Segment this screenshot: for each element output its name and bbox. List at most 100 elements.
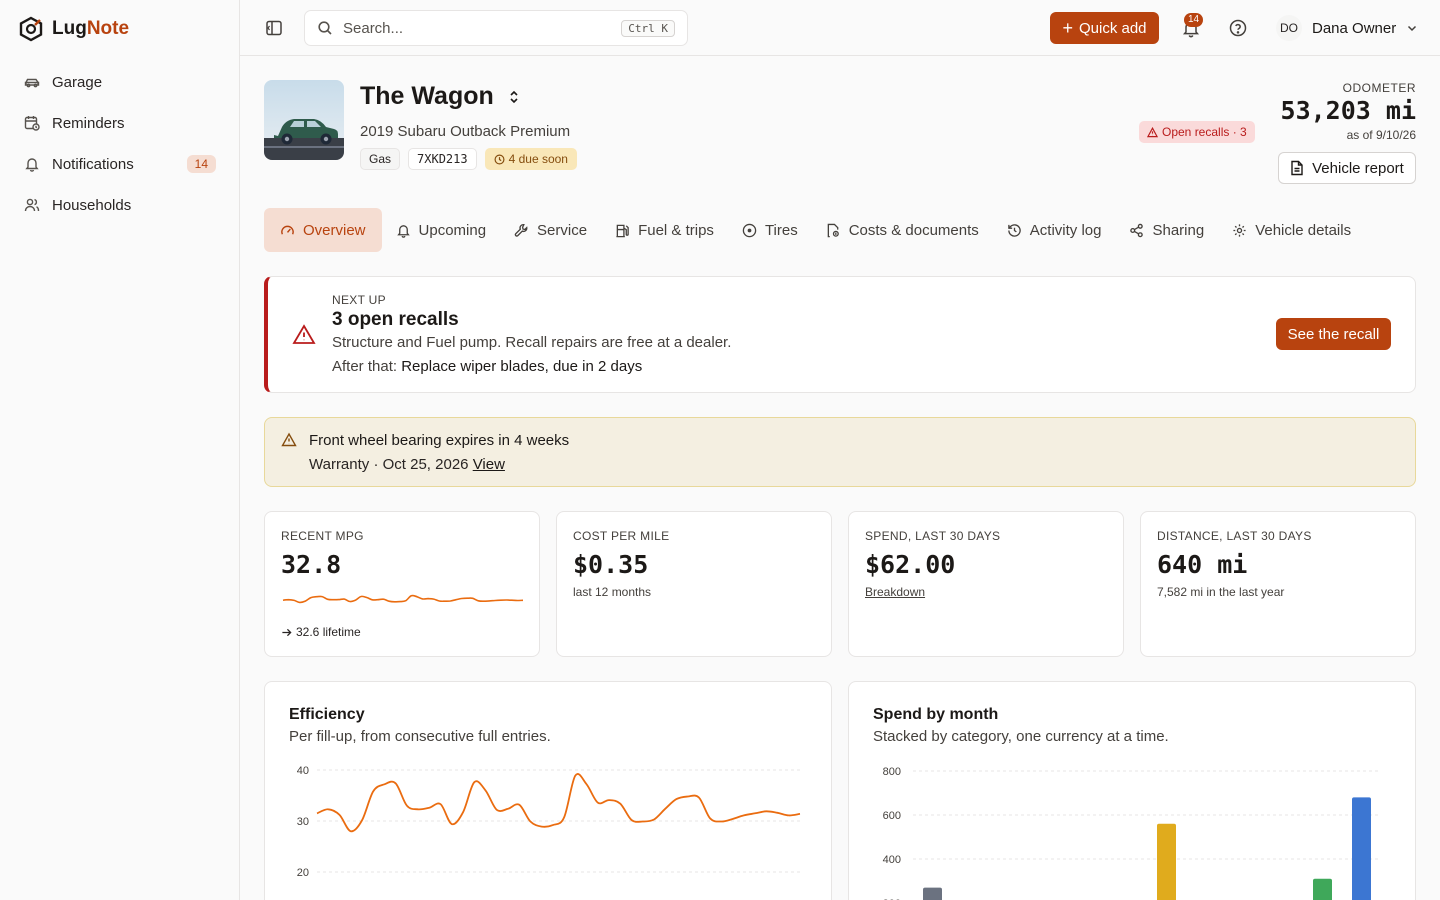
vehicle-chips: Gas 7XKD213 4 due soon [360, 148, 577, 170]
gear-icon [1233, 223, 1246, 237]
logo-icon [19, 16, 43, 42]
stat-recent-mpg: RECENT MPG 32.8 32.6 lifetime [264, 511, 540, 657]
y-tick-label: 20 [297, 867, 309, 879]
user-name: Dana Owner [1312, 19, 1397, 37]
tab-service[interactable]: Service [500, 208, 601, 252]
stat-value: $0.35 [573, 550, 649, 579]
tab-activity-log[interactable]: Activity log [993, 208, 1116, 252]
odometer-as-of: as of 9/10/26 [1346, 128, 1416, 142]
search-box[interactable]: Search... Ctrl K [304, 10, 688, 46]
due-soon-chip[interactable]: 4 due soon [484, 148, 577, 170]
y-tick-label: 400 [883, 854, 901, 866]
sidebar-item-garage[interactable]: Garage [12, 64, 228, 100]
fuel-icon [616, 224, 629, 237]
receipt-icon [827, 223, 839, 237]
tab-vehicle-details[interactable]: Vehicle details [1218, 208, 1365, 252]
y-tick-label: 600 [883, 810, 901, 822]
stat-value: 32.8 [281, 550, 342, 579]
car-icon [24, 78, 40, 88]
search-icon [318, 21, 332, 35]
sidebar-item-label: Households [52, 196, 132, 214]
plate-chip: 7XKD213 [408, 148, 477, 170]
share-icon [1130, 223, 1144, 237]
stat-spend-30-days: SPEND, LAST 30 DAYS $62.00 Breakdown [848, 511, 1124, 657]
bar[interactable] [1352, 797, 1371, 900]
open-recalls-label: Open recalls · 3 [1162, 125, 1247, 139]
next-up-after: After that: Replace wiper blades, due in… [332, 358, 642, 375]
y-tick-label: 30 [297, 816, 309, 828]
tab-fuel-trips[interactable]: Fuel & trips [601, 208, 728, 252]
tab-label: Overview [303, 221, 366, 239]
tab-upcoming[interactable]: Upcoming [382, 208, 501, 252]
bar[interactable] [1313, 878, 1332, 900]
tab-tires[interactable]: Tires [728, 208, 812, 252]
warranty-title: Front wheel bearing expires in 4 weeks [309, 432, 570, 449]
vehicle-switcher[interactable]: The Wagon [360, 82, 520, 111]
stat-label: RECENT MPG [281, 529, 364, 543]
sidebar-item-label: Garage [52, 73, 103, 91]
sidebar-item-notifications[interactable]: Notifications 14 [12, 146, 228, 182]
user-menu[interactable]: DO Dana Owner [1276, 12, 1418, 44]
notifications-badge: 14 [1184, 13, 1204, 27]
wrench-icon [514, 223, 528, 237]
sidebar-item-label: Notifications [52, 155, 134, 173]
sidebar-nav: Garage Reminders Notifications 14 Househ… [12, 64, 228, 228]
sidebar-toggle-icon[interactable] [264, 18, 284, 38]
alert-triangle-icon [292, 324, 316, 344]
vehicle-report-label: Vehicle report [1312, 159, 1404, 177]
vehicle-report-button[interactable]: Vehicle report [1278, 152, 1416, 184]
warranty-view-link[interactable]: View [473, 456, 505, 473]
see-recall-button[interactable]: See the recall [1276, 318, 1391, 350]
tab-costs-documents[interactable]: Costs & documents [812, 208, 993, 252]
y-tick-label: 800 [883, 766, 901, 778]
calendar-clock-icon [24, 116, 40, 131]
tab-label: Sharing [1152, 221, 1205, 239]
tab-overview[interactable]: Overview [264, 208, 382, 252]
gauge-icon [281, 225, 294, 235]
alert-triangle-icon [281, 432, 297, 447]
efficiency-series-line [316, 773, 801, 833]
after-label: After that: [332, 358, 398, 375]
warranty-alert: Front wheel bearing expires in 4 weeks W… [264, 417, 1416, 487]
app-logo[interactable]: LugNote [18, 16, 129, 42]
spend-by-month-chart: 800600400200 [883, 766, 1381, 900]
mpg-sparkline [282, 594, 524, 604]
bar[interactable] [1157, 823, 1176, 900]
open-recalls-badge[interactable]: Open recalls · 3 [1139, 121, 1255, 143]
tab-label: Upcoming [418, 221, 487, 239]
tab-sharing[interactable]: Sharing [1115, 208, 1218, 252]
tab-label: Activity log [1029, 221, 1102, 239]
bell-icon [396, 224, 410, 238]
alert-triangle-icon [1147, 126, 1158, 137]
sidebar: LugNote Garage Reminders Notifications 1… [0, 0, 240, 900]
app-name-first: Lug [52, 18, 87, 39]
app-name-second: Note [86, 18, 130, 39]
vehicle-car-illustration [264, 80, 344, 160]
next-up-title: 3 open recalls [332, 309, 459, 330]
stat-label: SPEND, LAST 30 DAYS [865, 529, 1001, 543]
odometer-label: ODOMETER [1342, 81, 1416, 95]
search-input[interactable]: Search... [343, 20, 611, 37]
users-icon [24, 198, 40, 212]
vehicle-subtitle: 2019 Subaru Outback Premium [360, 123, 571, 140]
sidebar-item-households[interactable]: Households [12, 187, 228, 223]
after-value: Replace wiper blades, due in 2 days [401, 358, 643, 375]
breakdown-link[interactable]: Breakdown [865, 585, 925, 599]
quick-add-label: Quick add [1078, 19, 1147, 37]
bar[interactable] [923, 887, 942, 900]
stat-label: DISTANCE, LAST 30 DAYS [1157, 529, 1312, 543]
vehicle-photo [264, 80, 344, 160]
avatar: DO [1276, 15, 1302, 41]
next-up-eyebrow: NEXT UP [332, 293, 386, 307]
search-shortcut-hint: Ctrl K [621, 19, 675, 37]
next-up-card: NEXT UP 3 open recalls Structure and Fue… [264, 276, 1416, 393]
tab-label: Fuel & trips [638, 221, 714, 239]
sidebar-item-reminders[interactable]: Reminders [12, 105, 228, 141]
stat-cost-per-mile: COST PER MILE $0.35 last 12 months [556, 511, 832, 657]
spend-chart-card: Spend by month Stacked by category, one … [848, 681, 1416, 900]
tab-label: Vehicle details [1255, 221, 1352, 239]
efficiency-chart: 40 30 20 [297, 765, 801, 879]
due-soon-label: 4 due soon [508, 152, 568, 166]
quick-add-button[interactable]: + Quick add [1050, 12, 1159, 44]
help-icon[interactable] [1228, 18, 1248, 38]
